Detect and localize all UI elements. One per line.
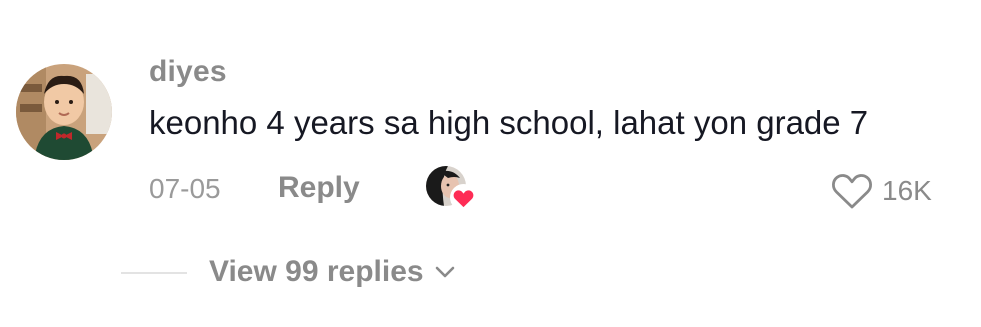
replies-divider	[121, 272, 187, 274]
avatar-image	[16, 64, 112, 160]
liked-by-creator-badge[interactable]	[426, 166, 478, 212]
comment-username[interactable]: diyes	[149, 55, 227, 89]
avatar[interactable]	[16, 64, 112, 160]
view-replies-button[interactable]: View 99 replies	[209, 255, 456, 289]
comment-item: diyes keonho 4 years sa high school, lah…	[0, 0, 981, 327]
reply-button[interactable]: Reply	[278, 171, 360, 205]
view-replies-label: View 99 replies	[209, 255, 424, 288]
comment-date: 07-05	[149, 173, 221, 204]
heart-outline-icon	[832, 174, 872, 209]
heart-filled-icon	[450, 184, 477, 211]
chevron-down-icon	[435, 266, 454, 278]
comment-text: keonho 4 years sa high school, lahat yon…	[149, 104, 869, 141]
like-button[interactable]: 16K	[830, 168, 932, 214]
like-count: 16K	[882, 175, 932, 206]
